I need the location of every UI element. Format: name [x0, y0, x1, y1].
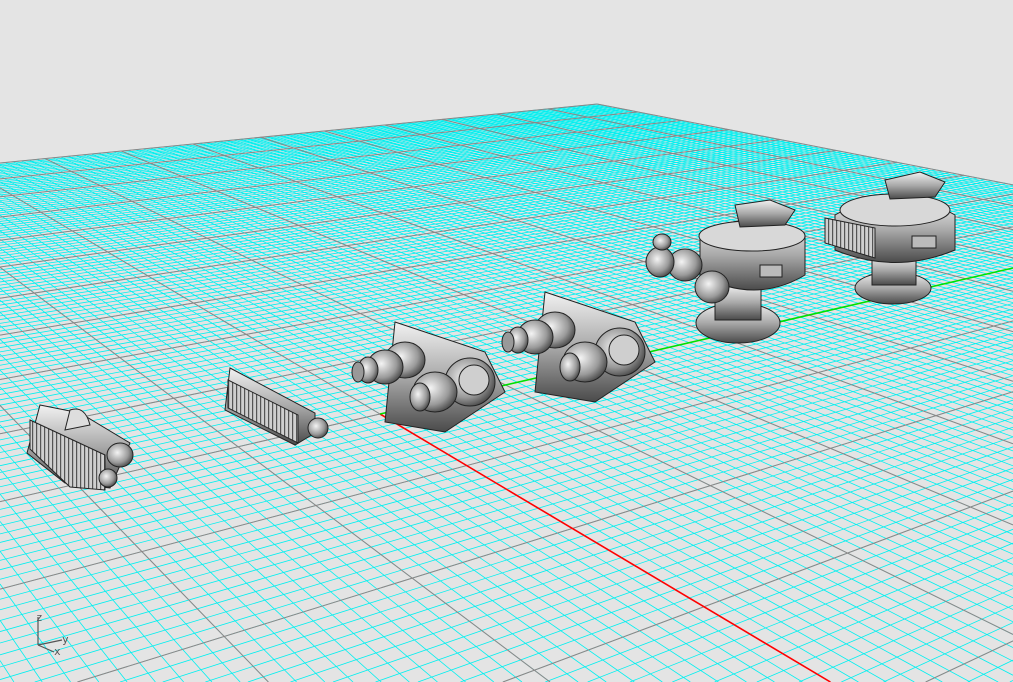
grid-line-minor	[290, 436, 1013, 682]
grid-line-minor	[0, 468, 184, 682]
axis-widget: z y x	[36, 611, 69, 658]
grid-line-minor	[460, 479, 1013, 682]
grid-line-minor	[0, 326, 1013, 600]
grid-line-minor	[714, 557, 1013, 682]
grid-line-major	[925, 640, 1013, 682]
grid-line-minor	[0, 375, 1013, 680]
perspective-viewport[interactable]: z y x	[0, 0, 1013, 682]
grid-line-minor	[0, 314, 1013, 580]
grid-line-minor	[841, 604, 1013, 682]
construction-grid	[0, 103, 1013, 682]
axis-label-y: y	[62, 633, 69, 646]
axis-label-z: z	[36, 611, 43, 624]
grid-line-minor	[0, 521, 128, 682]
grid-line-minor	[557, 107, 1013, 202]
grid-line-minor	[0, 333, 1013, 611]
x-axis-line	[379, 413, 831, 682]
viewport-canvas[interactable]: z y x	[0, 0, 1013, 682]
axis-label-x: x	[54, 645, 61, 658]
grid-line-minor	[0, 263, 1013, 495]
grid-line-minor	[672, 542, 1013, 682]
grid-line-minor	[162, 408, 1013, 682]
